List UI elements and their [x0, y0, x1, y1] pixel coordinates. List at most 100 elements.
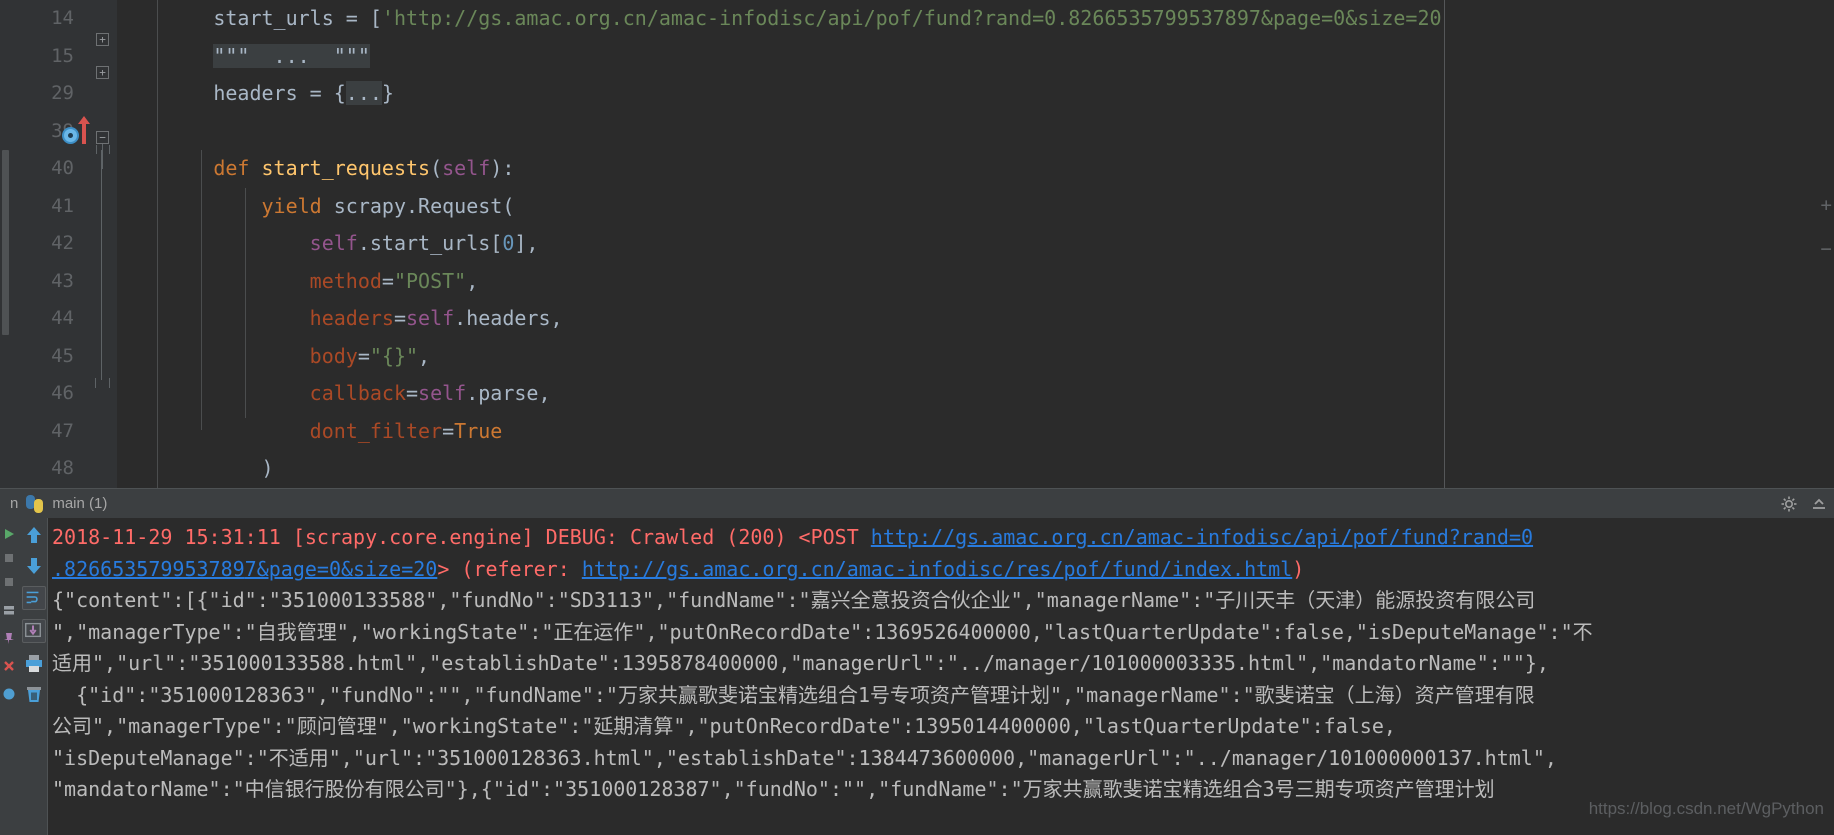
- code-token: scrapy.Request(: [333, 193, 515, 218]
- console-text-segment: ): [1292, 556, 1305, 581]
- minimize-icon[interactable]: [1810, 495, 1828, 513]
- collapse-all-icon[interactable]: −: [1821, 240, 1832, 259]
- console-link[interactable]: http://gs.amac.org.cn/amac-infodisc/api/…: [871, 525, 1533, 549]
- console-output[interactable]: 2018-11-29 15:31:11 [scrapy.core.engine]…: [52, 518, 1834, 835]
- code-token: =: [442, 418, 455, 443]
- arrow-up-icon[interactable]: [23, 524, 45, 546]
- code-token: =: [393, 306, 406, 330]
- run-to-cursor-icon[interactable]: [78, 116, 90, 144]
- line-number: 47: [51, 419, 74, 442]
- code-token: start_urls: [213, 6, 334, 30]
- scroll-to-end-icon[interactable]: [21, 619, 46, 643]
- code-token: ...: [345, 81, 382, 105]
- console-text-segment: {"id":"351000128363","fundNo":"","fundNa…: [52, 682, 1535, 707]
- help-icon[interactable]: [2, 686, 18, 702]
- code-token: self: [406, 306, 455, 330]
- code-token: True: [454, 418, 503, 443]
- code-token: "{}": [369, 343, 419, 368]
- expand-all-icon[interactable]: +: [1821, 196, 1832, 215]
- pycharm-window: 14152939404142434445464748 + + − start_u…: [0, 0, 1834, 835]
- console-text-segment: ","managerType":"自我管理","workingState":"正…: [52, 619, 1593, 644]
- fold-collapse-icon-line40[interactable]: −: [96, 131, 109, 144]
- code-token: ],: [514, 231, 539, 255]
- code-token: def: [213, 156, 262, 180]
- print-icon[interactable]: [23, 652, 45, 674]
- console-line: .8266535799537897&page=0&size=20> (refer…: [52, 554, 1834, 586]
- fold-expand-icon-line29[interactable]: +: [96, 66, 109, 79]
- fold-region-bar: [101, 150, 102, 380]
- code-token: headers: [213, 81, 298, 105]
- code-token: .headers,: [454, 306, 563, 330]
- console-text-segment: "mandatorName":"中信银行股份有限公司"},{"id":"3510…: [52, 777, 1495, 801]
- code-token: = [: [333, 6, 382, 30]
- console-text-segment: > (referer:: [437, 556, 582, 581]
- code-token: headers: [309, 306, 394, 330]
- line-number: 42: [51, 232, 74, 254]
- gear-icon[interactable]: [1780, 495, 1798, 513]
- run-side-buttons[interactable]: [0, 518, 20, 835]
- breakpoint-icon[interactable]: [62, 127, 79, 144]
- console-line: ","managerType":"自我管理","workingState":"正…: [52, 617, 1834, 649]
- pause-icon[interactable]: [2, 574, 18, 590]
- console-link[interactable]: .826653579953789: [52, 557, 245, 581]
- code-folding-column[interactable]: + + −: [88, 0, 116, 488]
- code-token: self: [442, 156, 491, 180]
- code-editor-pane[interactable]: 14152939404142434445464748 + + − start_u…: [0, 0, 1834, 488]
- code-token: (: [430, 156, 443, 180]
- line-number-column: 14152939404142434445464748: [12, 0, 74, 488]
- close-red-icon[interactable]: [2, 658, 18, 674]
- run-tool-window-header[interactable]: n main (1): [0, 488, 1834, 518]
- fold-region-bottom-icon: [95, 378, 110, 388]
- console-line: "isDeputeManage":"不适用","url":"3510001283…: [52, 743, 1834, 775]
- code-token: }: [381, 81, 394, 105]
- line-number: 44: [51, 307, 74, 329]
- soft-wrap-icon[interactable]: [21, 586, 46, 610]
- run-console-pane[interactable]: 2018-11-29 15:31:11 [scrapy.core.engine]…: [0, 518, 1834, 835]
- code-token: 'http://gs.amac.org.cn/amac-infodisc/api…: [381, 6, 1454, 30]
- code-token: callback: [309, 381, 406, 405]
- console-line: {"content":[{"id":"351000133588","fundNo…: [52, 585, 1834, 617]
- code-token: method: [309, 268, 382, 293]
- run-tab-main[interactable]: n main (1): [0, 489, 117, 518]
- arrow-down-icon[interactable]: [23, 555, 45, 577]
- console-link[interactable]: 7&page=0&size=20: [245, 557, 438, 581]
- run-actions-strip[interactable]: [0, 518, 20, 835]
- code-token: ):: [490, 156, 515, 180]
- console-line: 公司","managerType":"顾问管理","workingState":…: [52, 711, 1834, 743]
- console-line: 2018-11-29 15:31:11 [scrapy.core.engine]…: [52, 522, 1834, 554]
- console-text-segment: 2018-11-29 15:31:11 [scrapy.core.engine]…: [52, 525, 871, 549]
- console-text-segment: "isDeputeManage":"不适用","url":"3510001283…: [52, 745, 1557, 770]
- code-token: yield: [261, 193, 334, 218]
- stop-icon[interactable]: [2, 550, 18, 566]
- tool-window-header-actions[interactable]: [1780, 489, 1828, 518]
- editor-scroll-thumb[interactable]: [2, 150, 9, 335]
- line-number: 40: [51, 157, 74, 179]
- pin-icon[interactable]: [2, 630, 18, 646]
- run-green-icon[interactable]: [2, 526, 18, 542]
- code-token: .start_urls[: [357, 231, 503, 255]
- fold-expand-icon-line15[interactable]: +: [96, 33, 109, 46]
- code-token: ): [261, 456, 274, 480]
- line-number: 45: [51, 344, 74, 367]
- trash-icon[interactable]: [23, 683, 45, 705]
- console-line: {"id":"351000128363","fundNo":"","fundNa…: [52, 680, 1834, 712]
- line-number: 48: [51, 457, 74, 479]
- code-token: .parse,: [466, 381, 551, 405]
- console-text-segment: 公司","managerType":"顾问管理","workingState":…: [52, 714, 1396, 738]
- console-toolbar[interactable]: [20, 518, 48, 835]
- code-token: body: [309, 343, 358, 368]
- console-link[interactable]: http://gs.amac.org.cn/amac-infodisc/res/…: [582, 557, 1292, 581]
- run-tab-prefix: n: [10, 495, 19, 512]
- code-token: =: [357, 343, 370, 368]
- code-token: start_requests: [261, 156, 431, 180]
- editor-marker-stripe[interactable]: [0, 0, 12, 488]
- code-token: self: [309, 231, 358, 255]
- filter-icon[interactable]: [2, 602, 18, 618]
- code-token: =: [381, 268, 394, 293]
- code-token: "POST": [393, 268, 467, 293]
